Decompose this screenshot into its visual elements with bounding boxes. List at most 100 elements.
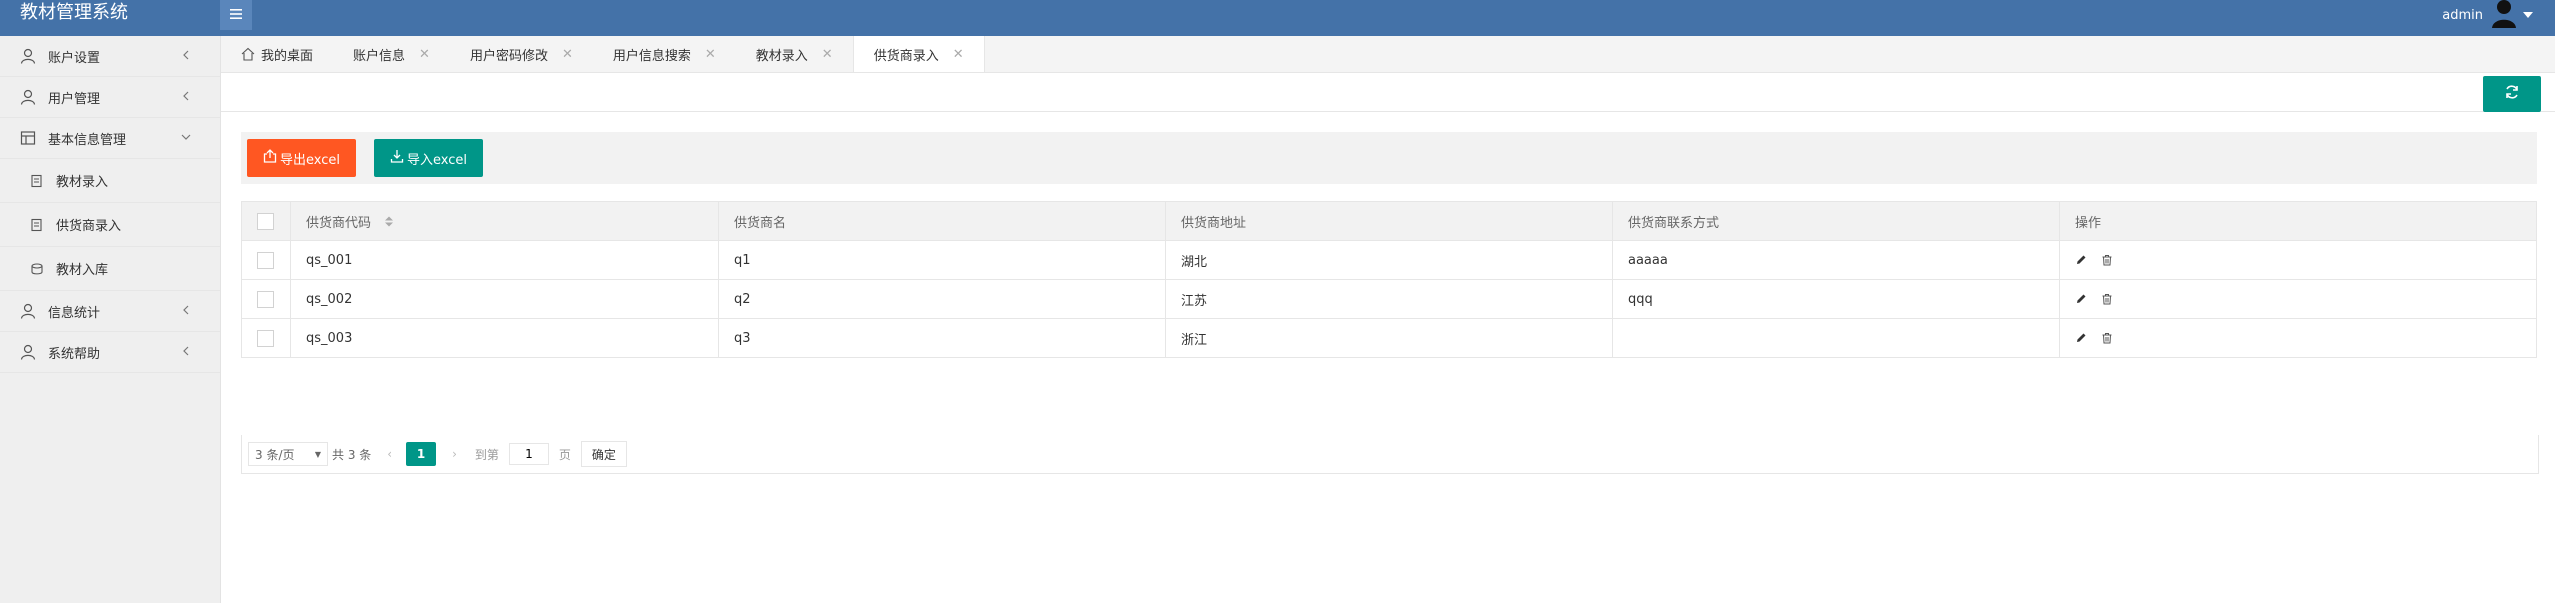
export-excel-button[interactable]: 导出excel (247, 139, 356, 177)
delete-icon[interactable] (2101, 332, 2113, 344)
table-toolbar: 导出excel 导入excel (241, 132, 2537, 184)
close-icon[interactable]: ✕ (562, 47, 573, 62)
cell-actions (2059, 279, 2537, 319)
user-icon (20, 344, 36, 360)
sidebar-item-basic-info[interactable]: 基本信息管理 (0, 118, 220, 159)
column-header-actions: 操作 (2059, 201, 2537, 241)
chevron-left-icon (180, 304, 192, 316)
page-size-value: 3 条/页 (255, 447, 295, 462)
edit-icon[interactable] (2075, 332, 2087, 344)
cell-actions (2059, 240, 2537, 280)
tab-textbook-entry[interactable]: 教材录入 ✕ (736, 36, 853, 72)
doc-icon (30, 218, 44, 232)
username: admin (2442, 7, 2483, 23)
tab-password-change[interactable]: 用户密码修改 ✕ (450, 36, 593, 72)
sidebar-item-help[interactable]: 系统帮助 (0, 332, 220, 373)
chevron-left-icon (180, 49, 192, 61)
sidebar: 账户设置 用户管理 基本信息管理 教材录入 供货商录入 教材入库 信息统计 系统… (0, 36, 221, 603)
delete-icon[interactable] (2101, 254, 2113, 266)
next-page-icon[interactable]: › (452, 447, 457, 461)
cell-name: q1 (718, 240, 1166, 280)
cell-address: 江苏 (1165, 279, 1613, 319)
select-all-checkbox[interactable] (257, 212, 274, 230)
close-icon[interactable]: ✕ (822, 47, 833, 62)
sidebar-item-label: 系统帮助 (48, 346, 101, 362)
caret-down-icon: ▼ (314, 449, 321, 459)
import-icon (390, 149, 407, 167)
row-checkbox[interactable] (257, 329, 274, 347)
goto-page-input[interactable] (508, 443, 549, 465)
row-checkbox-cell (241, 279, 291, 319)
import-excel-button[interactable]: 导入excel (374, 139, 483, 177)
tab-account-info[interactable]: 账户信息 ✕ (333, 36, 450, 72)
page-size-select[interactable]: 3 条/页 ▼ (248, 442, 328, 466)
cell-address: 湖北 (1165, 240, 1613, 280)
tab-bar: 我的桌面 账户信息 ✕ 用户密码修改 ✕ 用户信息搜索 ✕ 教材录入 ✕ 供货商… (221, 36, 2555, 73)
table-icon (20, 130, 36, 146)
cell-code: qs_002 (290, 279, 719, 319)
app-title: 教材管理系统 (20, 2, 128, 23)
user-icon (20, 303, 36, 319)
sidebar-item-label: 用户管理 (48, 91, 101, 107)
edit-icon[interactable] (2075, 293, 2087, 305)
refresh-row (221, 73, 2555, 112)
goto-confirm-button[interactable]: 确定 (580, 441, 627, 467)
cell-address: 浙江 (1165, 318, 1613, 358)
column-header-address: 供货商地址 (1165, 201, 1613, 241)
delete-icon[interactable] (2101, 293, 2113, 305)
row-checkbox-cell (241, 240, 291, 280)
chevron-down-icon (180, 131, 192, 143)
column-header-name: 供货商名 (718, 201, 1166, 241)
sort-icon[interactable] (385, 216, 394, 231)
chevron-left-icon (180, 345, 192, 357)
tab-label: 教材录入 (755, 48, 808, 64)
sidebar-item-user-management[interactable]: 用户管理 (0, 77, 220, 118)
menu-toggle-button[interactable] (220, 0, 252, 30)
sidebar-item-label: 信息统计 (48, 305, 101, 321)
close-icon[interactable]: ✕ (705, 47, 716, 62)
row-checkbox[interactable] (257, 290, 274, 308)
close-icon[interactable]: ✕ (953, 47, 964, 62)
caret-down-icon (2523, 10, 2533, 21)
user-menu[interactable]: admin (2442, 0, 2533, 30)
tab-user-search[interactable]: 用户信息搜索 ✕ (593, 36, 736, 72)
tab-desktop[interactable]: 我的桌面 (221, 36, 333, 72)
table-row: qs_001 q1 湖北 aaaaa (241, 240, 2537, 280)
sidebar-item-account-settings[interactable]: 账户设置 (0, 36, 220, 77)
table-row: qs_003 q3 浙江 (241, 318, 2537, 358)
cell-actions (2059, 318, 2537, 358)
cell-contact: aaaaa (1612, 240, 2060, 280)
sidebar-item-textbook-entry[interactable]: 教材录入 (0, 159, 220, 203)
column-header-contact: 供货商联系方式 (1612, 201, 2060, 241)
header-checkbox-cell (241, 201, 291, 241)
row-checkbox-cell (241, 318, 291, 358)
refresh-button[interactable] (2483, 76, 2541, 112)
sidebar-item-label: 供货商录入 (56, 219, 122, 234)
supplier-table: 供货商代码 供货商名 供货商地址 供货商联系方式 操作 qs_001 q1 湖北… (241, 201, 2537, 358)
export-icon (263, 149, 280, 167)
close-icon[interactable]: ✕ (419, 47, 430, 62)
edit-icon[interactable] (2075, 254, 2087, 266)
pagination: 3 条/页 ▼ 共 3 条 ‹ 1 › 到第 页 确定 (241, 435, 2539, 474)
top-header: 教材管理系统 admin (0, 0, 2555, 36)
sidebar-item-statistics[interactable]: 信息统计 (0, 291, 220, 332)
sidebar-item-label: 教材录入 (56, 175, 109, 190)
column-header-code[interactable]: 供货商代码 (290, 201, 719, 241)
cell-contact (1612, 318, 2060, 358)
tab-supplier-entry[interactable]: 供货商录入 ✕ (852, 36, 985, 72)
prev-page-icon[interactable]: ‹ (387, 447, 392, 461)
current-page-button[interactable]: 1 (406, 442, 437, 466)
cell-name: q3 (718, 318, 1166, 358)
cell-name: q2 (718, 279, 1166, 319)
tab-label: 我的桌面 (261, 48, 314, 64)
row-checkbox[interactable] (257, 251, 274, 269)
sidebar-item-label: 账户设置 (48, 50, 101, 66)
goto-label: 到第 (474, 447, 499, 462)
cell-contact: qqq (1612, 279, 2060, 319)
column-header-label: 供货商代码 (306, 215, 372, 231)
main-content: 导出excel 导入excel 供货商代码 供货商名 供货商地址 供货商联系方式… (221, 73, 2555, 603)
refresh-icon (2504, 84, 2520, 104)
sidebar-item-supplier-entry[interactable]: 供货商录入 (0, 203, 220, 247)
home-icon (241, 47, 255, 61)
sidebar-item-textbook-storage[interactable]: 教材入库 (0, 247, 220, 291)
